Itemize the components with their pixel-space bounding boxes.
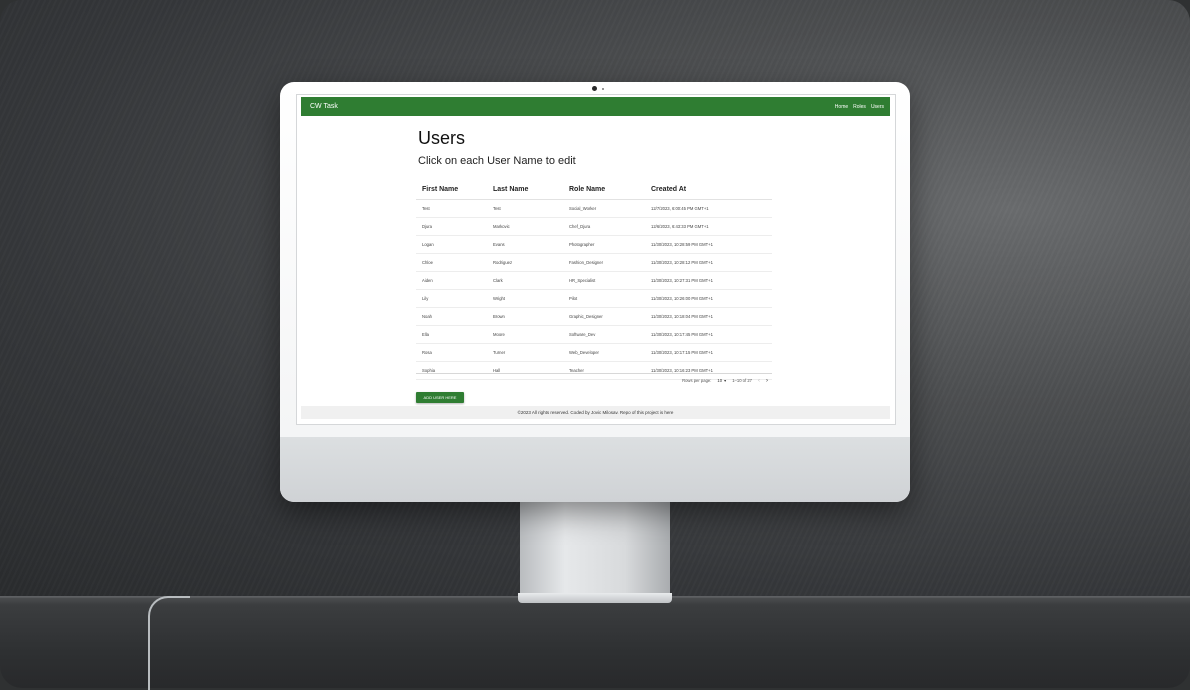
cell-role-name: Graphic_Designer <box>569 314 603 319</box>
chevron-right-icon[interactable]: › <box>766 378 768 384</box>
users-table: First Name Last Name Role Name Created A… <box>416 179 772 380</box>
page-title: Users <box>418 128 466 148</box>
page-subtitle: Click on each User Name to edit <box>418 155 576 167</box>
camera-icon <box>592 86 597 91</box>
cell-first-name[interactable]: Ella <box>416 332 493 337</box>
table-row[interactable]: Ella Moore Software_Dev 11/30/2023, 10:17:4… <box>416 326 772 344</box>
cell-first-name[interactable]: Aiden <box>416 278 493 283</box>
cell-first-name[interactable]: Chloe <box>416 260 493 265</box>
table-body: Test Test Social_Worker 12/7/2023, 6:00:45 … <box>416 200 772 380</box>
cell-first-name[interactable]: Rosa <box>416 350 493 355</box>
add-user-button[interactable]: ADD USER HERE <box>416 392 464 403</box>
cell-last-name: Moore <box>493 332 505 337</box>
cell-role-name: Pilot <box>569 296 578 301</box>
cell-created-at: 12/6/2023, 6:43:33 PM GMT+1 <box>651 224 709 229</box>
chevron-left-icon[interactable]: ‹ <box>758 378 760 384</box>
cell-first-name[interactable]: Djura <box>416 224 493 229</box>
footer: ©2023 All rights reserved. Coded by Jovi… <box>301 406 890 419</box>
cell-created-at: 11/30/2023, 10:26:00 PM GMT+1 <box>651 296 713 301</box>
cell-role-name: Chef_Djura <box>569 224 591 229</box>
monitor-stand-base <box>518 593 672 603</box>
table-row[interactable]: Djura Markovic Chef_Djura 12/6/2023, 6:43:3… <box>416 218 772 236</box>
header-first-name[interactable]: First Name <box>416 186 493 193</box>
cell-last-name: Evans <box>493 242 505 247</box>
navbar: CW Task Home Roles Users <box>301 97 890 116</box>
cell-role-name: Software_Dev <box>569 332 596 337</box>
rows-per-page-select[interactable]: 10 ▾ <box>717 378 726 383</box>
cell-created-at: 11/30/2023, 10:28:59 PM GMT+1 <box>651 242 713 247</box>
nav-links: Home Roles Users <box>835 104 884 110</box>
header-created-at[interactable]: Created At <box>651 186 772 193</box>
cell-created-at: 11/30/2023, 10:17:15 PM GMT+1 <box>651 350 713 355</box>
pagination: Rows per page: 10 ▾ 1–10 of 27 ‹ › <box>416 373 772 387</box>
cell-last-name: Rodriguez <box>493 260 513 265</box>
brand-link[interactable]: CW Task <box>310 103 338 110</box>
nav-users[interactable]: Users <box>871 104 884 110</box>
monitor-stand <box>520 500 670 598</box>
cell-role-name: Fashion_Designer <box>569 260 603 265</box>
cell-last-name: Clark <box>493 278 503 283</box>
cell-last-name: Brown <box>493 314 505 319</box>
cell-first-name[interactable]: Noah <box>416 314 493 319</box>
cell-first-name[interactable]: Lily <box>416 296 493 301</box>
header-role-name[interactable]: Role Name <box>569 186 651 193</box>
rows-per-page-value: 10 <box>717 378 723 383</box>
cell-role-name: HR_Specialist <box>569 278 596 283</box>
table-row[interactable]: Chloe Rodriguez Fashion_Designer 11/30/2023… <box>416 254 772 272</box>
cell-first-name[interactable]: Logan <box>416 242 493 247</box>
cell-created-at: 11/30/2023, 10:27:31 PM GMT+1 <box>651 278 713 283</box>
cell-last-name: Wright <box>493 296 506 301</box>
cell-role-name: Photographer <box>569 242 595 247</box>
screen: CW Task Home Roles Users Users Click on … <box>296 94 896 425</box>
cell-created-at: 12/7/2023, 6:00:45 PM GMT+1 <box>651 206 709 211</box>
nav-home[interactable]: Home <box>835 104 848 110</box>
table-row[interactable]: Rosa Turner Web_Developer 11/30/2023, 10:17… <box>416 344 772 362</box>
camera-led <box>602 88 604 90</box>
cell-last-name: Test <box>493 206 501 211</box>
cell-first-name[interactable]: Test <box>416 206 493 211</box>
cell-created-at: 11/30/2023, 10:18:04 PM GMT+1 <box>651 314 713 319</box>
monitor-chin <box>280 437 910 502</box>
table-header-row: First Name Last Name Role Name Created A… <box>416 179 772 200</box>
table-row[interactable]: Lily Wright Pilot 11/30/2023, 10:26:00 PM G… <box>416 290 772 308</box>
table-row[interactable]: Aiden Clark HR_Specialist 11/30/2023, 10:27… <box>416 272 772 290</box>
caret-down-icon: ▾ <box>724 378 727 383</box>
pagination-range: 1–10 of 27 <box>732 378 752 383</box>
nav-roles[interactable]: Roles <box>853 104 866 110</box>
cell-last-name: Turner <box>493 350 506 355</box>
table-row[interactable]: Test Test Social_Worker 12/7/2023, 6:00:45 … <box>416 200 772 218</box>
cell-created-at: 11/30/2023, 10:28:12 PM GMT+1 <box>651 260 713 265</box>
header-last-name[interactable]: Last Name <box>493 186 569 193</box>
cell-created-at: 11/30/2023, 10:17:45 PM GMT+1 <box>651 332 713 337</box>
cell-last-name: Markovic <box>493 224 510 229</box>
table-row[interactable]: Noah Brown Graphic_Designer 11/30/2023, 10:… <box>416 308 772 326</box>
cell-role-name: Social_Worker <box>569 206 597 211</box>
footer-text[interactable]: ©2023 All rights reserved. Coded by Jovi… <box>518 410 674 415</box>
cell-role-name: Web_Developer <box>569 350 599 355</box>
table-row[interactable]: Logan Evans Photographer 11/30/2023, 10:28:… <box>416 236 772 254</box>
power-cable <box>148 596 190 690</box>
rows-per-page-label: Rows per page: <box>682 378 712 383</box>
